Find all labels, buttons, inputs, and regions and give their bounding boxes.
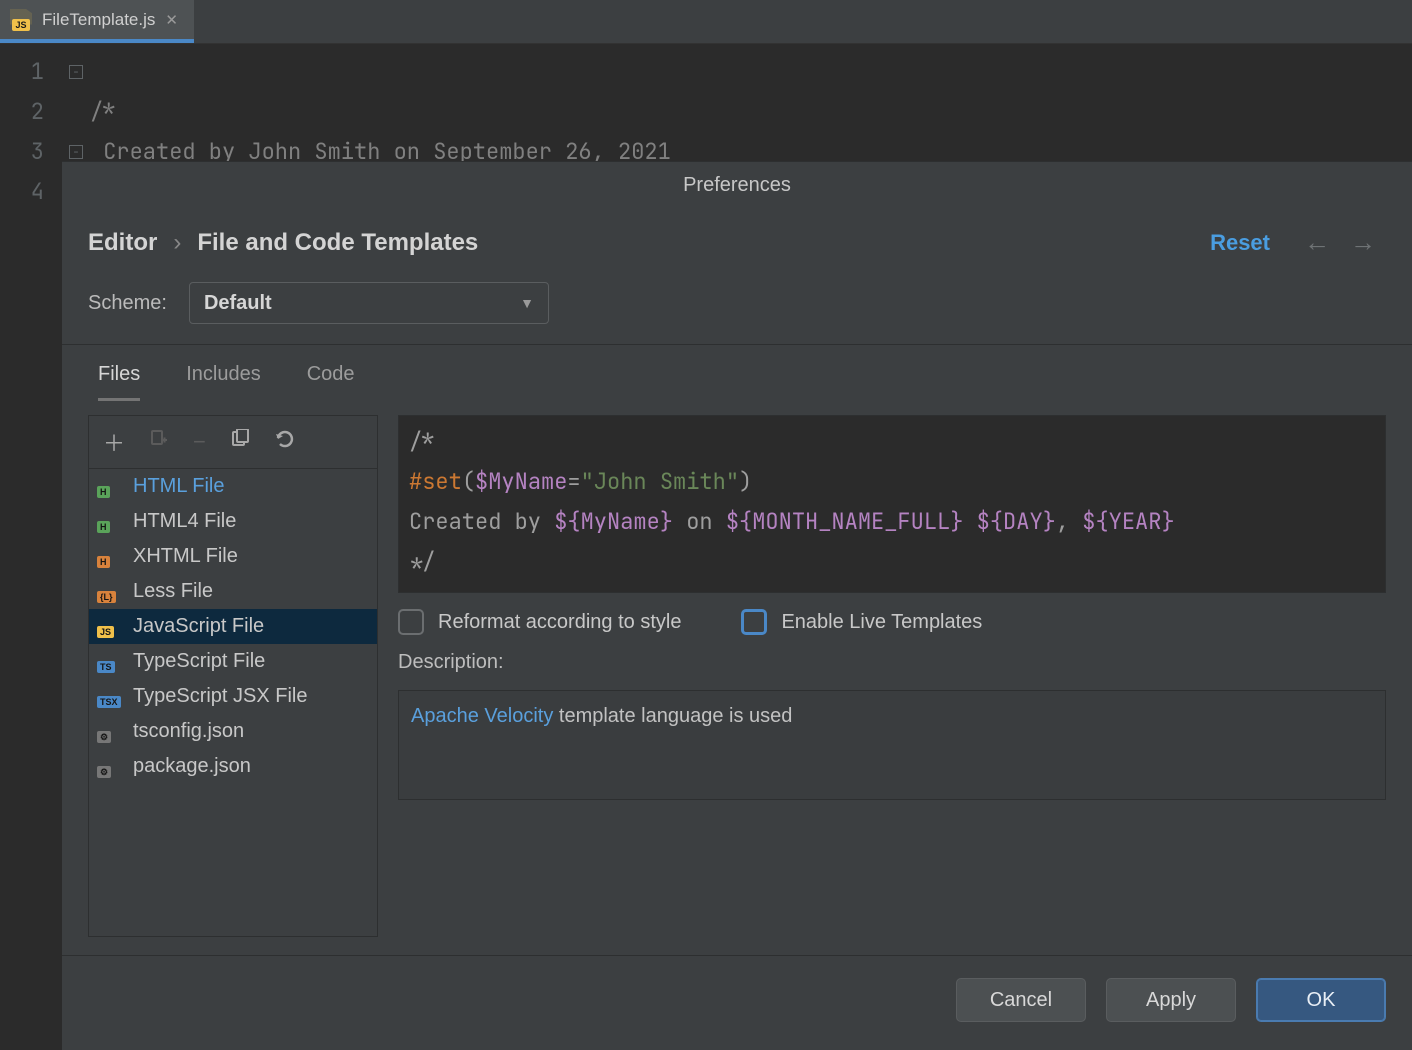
template-options-row: Reformat according to style Enable Live … — [398, 609, 1386, 635]
template-toolbar: ＋ − — [89, 416, 377, 469]
reformat-checkbox[interactable]: Reformat according to style — [398, 609, 681, 635]
scheme-select[interactable]: Default ▼ — [189, 282, 549, 324]
tab-includes[interactable]: Includes — [186, 363, 261, 401]
undo-button[interactable] — [274, 429, 296, 455]
dialog-footer: Cancel Apply OK — [62, 955, 1412, 1050]
close-icon[interactable]: ✕ — [165, 11, 178, 29]
breadcrumb-row: Editor › File and Code Templates Reset ←… — [62, 213, 1412, 278]
template-item[interactable]: JS JavaScript File — [89, 609, 377, 644]
file-type-icon: H — [97, 511, 123, 533]
file-type-icon: H — [97, 546, 123, 568]
ok-button[interactable]: OK — [1256, 978, 1386, 1022]
line-number-gutter: 1234 — [0, 44, 62, 292]
template-editor-panel: /* #set($MyName="John Smith") Created by… — [398, 415, 1386, 937]
description-label: Description: — [398, 651, 1386, 674]
templates-tabbar: Files Includes Code — [62, 345, 1412, 401]
add-from-icon — [149, 429, 169, 449]
file-type-icon: TS — [97, 651, 123, 673]
file-type-icon: ⚙ — [97, 756, 123, 778]
file-type-icon: ⚙ — [97, 721, 123, 743]
scheme-value: Default — [204, 292, 272, 315]
breadcrumb: Editor › File and Code Templates — [88, 229, 478, 257]
template-item-label: TypeScript JSX File — [133, 685, 308, 708]
reformat-label: Reformat according to style — [438, 611, 681, 634]
editor-tabbar: JS FileTemplate.js ✕ — [0, 0, 1412, 44]
template-item-label: tsconfig.json — [133, 720, 244, 743]
file-type-icon: {L} — [97, 581, 123, 603]
apply-button[interactable]: Apply — [1106, 978, 1236, 1022]
nav-forward-icon[interactable]: → — [1340, 227, 1386, 258]
template-item[interactable]: {L} Less File — [89, 574, 377, 609]
copy-icon — [230, 429, 250, 449]
scheme-row: Scheme: Default ▼ — [62, 278, 1412, 345]
js-file-icon: JS — [10, 9, 32, 31]
code-line: /* — [90, 97, 116, 126]
fold-start-icon[interactable]: − — [69, 65, 83, 79]
description-box: Apache Velocity template language is use… — [398, 690, 1386, 800]
remove-template-button[interactable]: − — [193, 429, 206, 455]
tab-code[interactable]: Code — [307, 363, 355, 401]
template-list[interactable]: H HTML File H HTML4 File H XHTML File {L} Less … — [89, 469, 377, 936]
template-item-label: XHTML File — [133, 545, 238, 568]
enable-live-templates-checkbox[interactable]: Enable Live Templates — [741, 609, 982, 635]
apache-velocity-link[interactable]: Apache Velocity — [411, 705, 553, 727]
template-item[interactable]: H HTML4 File — [89, 504, 377, 539]
undo-icon — [274, 429, 296, 449]
template-list-panel: ＋ − — [88, 415, 378, 937]
template-code-editor[interactable]: /* #set($MyName="John Smith") Created by… — [398, 415, 1386, 593]
template-item-label: HTML4 File — [133, 510, 236, 533]
template-item-label: package.json — [133, 755, 251, 778]
reset-button[interactable]: Reset — [1210, 230, 1270, 256]
fold-end-icon[interactable]: − — [69, 145, 83, 159]
file-type-icon: H — [97, 476, 123, 498]
add-from-button[interactable] — [149, 429, 169, 455]
template-item[interactable]: ⚙ package.json — [89, 749, 377, 784]
chevron-right-icon: › — [173, 229, 181, 257]
file-type-icon: TSX — [97, 686, 123, 708]
template-item-label: Less File — [133, 580, 213, 603]
template-item-label: HTML File — [133, 475, 224, 498]
scheme-label: Scheme: — [88, 292, 167, 315]
chevron-down-icon: ▼ — [520, 295, 534, 311]
checkbox-icon — [398, 609, 424, 635]
template-item[interactable]: ⚙ tsconfig.json — [89, 714, 377, 749]
template-item-label: JavaScript File — [133, 615, 264, 638]
editor-tab[interactable]: JS FileTemplate.js ✕ — [0, 0, 194, 43]
preferences-dialog: Preferences Editor › File and Code Templ… — [62, 162, 1412, 1050]
template-item-label: TypeScript File — [133, 650, 265, 673]
template-item[interactable]: H XHTML File — [89, 539, 377, 574]
breadcrumb-leaf: File and Code Templates — [197, 229, 478, 257]
enable-live-templates-label: Enable Live Templates — [781, 611, 982, 634]
editor-tab-filename: FileTemplate.js — [42, 10, 155, 30]
dialog-title: Preferences — [62, 162, 1412, 213]
template-item[interactable]: H HTML File — [89, 469, 377, 504]
checkbox-icon — [741, 609, 767, 635]
cancel-button[interactable]: Cancel — [956, 978, 1086, 1022]
add-template-button[interactable]: ＋ — [103, 426, 125, 458]
nav-back-icon[interactable]: ← — [1294, 227, 1340, 258]
tab-files[interactable]: Files — [98, 363, 140, 401]
description-text: template language is used — [553, 705, 792, 727]
template-item[interactable]: TSX TypeScript JSX File — [89, 679, 377, 714]
file-type-icon: JS — [97, 616, 123, 638]
template-item[interactable]: TS TypeScript File — [89, 644, 377, 679]
copy-template-button[interactable] — [230, 429, 250, 455]
breadcrumb-root[interactable]: Editor — [88, 229, 157, 257]
